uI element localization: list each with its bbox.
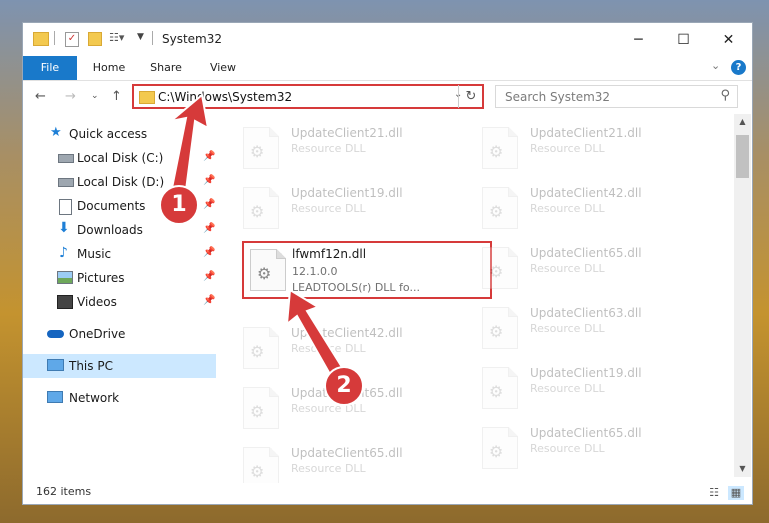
annotation-step-2: 2 — [324, 366, 364, 406]
annotation-step-1: 1 — [159, 185, 199, 225]
arrow-2 — [285, 288, 347, 378]
annotation-arrows — [170, 93, 347, 378]
arrow-1 — [170, 93, 210, 192]
